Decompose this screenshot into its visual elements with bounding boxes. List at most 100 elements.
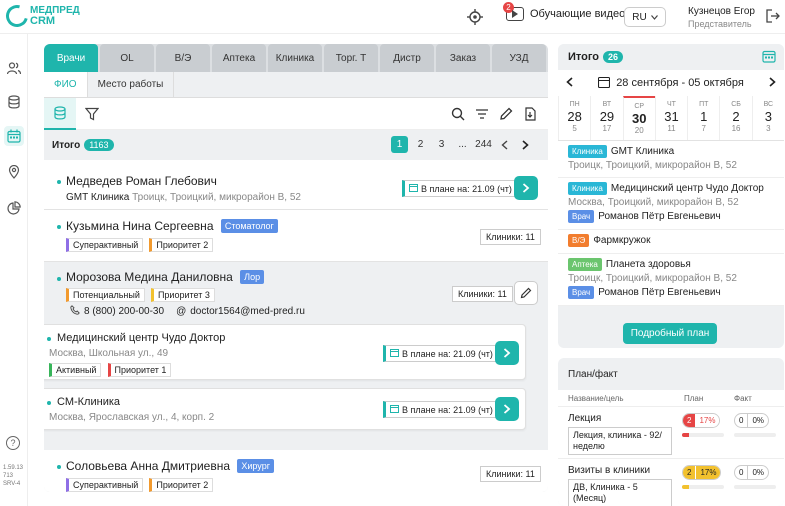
doctor-email[interactable]: doctor1564@med-pred.ru (190, 306, 305, 317)
training-video-button[interactable]: 2 Обучающие видео (503, 2, 625, 21)
doctor-name: Медведев Роман Глебович (66, 174, 217, 188)
totals-bar: Итого 1163 1 2 3 ... 244 (44, 130, 548, 160)
subtab-workplace[interactable]: Место работы (88, 72, 175, 97)
priority-tag: Приоритет 2 (149, 478, 214, 492)
fact-progress (734, 433, 776, 437)
tab-uzd[interactable]: УЗД (492, 44, 546, 72)
pencil-icon[interactable] (498, 106, 514, 122)
location-target-icon[interactable] (467, 9, 483, 25)
logo[interactable]: МЕДПРЕД CRM (1, 0, 80, 32)
tab-distr[interactable]: Дистр (380, 44, 434, 72)
doctors-list: Медведев Роман Глебович GMT Клиника Трои… (44, 160, 548, 492)
page-2[interactable]: 2 (412, 136, 429, 153)
logo-line2: CRM (30, 15, 56, 27)
week-range[interactable]: 28 сентября - 05 октября (616, 77, 744, 89)
day-sat[interactable]: СБ 2 16 (719, 96, 751, 140)
totals-label: Итого (52, 139, 81, 151)
open-clinic-button[interactable] (495, 397, 519, 421)
calendar-small-icon (390, 348, 399, 359)
priority-tag: Приоритет 1 (107, 363, 172, 377)
next-week-icon[interactable] (769, 76, 776, 90)
planfact-row[interactable]: Визиты в клиники ДВ, Клиника - 5 (Месяц)… (558, 458, 784, 506)
page-3[interactable]: 3 (433, 136, 450, 153)
day-wed[interactable]: СР 30 20 (622, 96, 655, 140)
day-count: 17 (602, 124, 612, 133)
next-page-icon[interactable] (517, 136, 534, 153)
filter-icon[interactable] (76, 98, 108, 130)
doctor-org-addr: Троицк, Троицкий, микрорайон В, 52 (132, 192, 301, 203)
plan-chip: В плане на: 21.09 (чт) (383, 401, 498, 418)
plan-pill: 2 17% (682, 465, 722, 480)
logo-icon (1, 0, 33, 32)
open-clinic-button[interactable] (495, 341, 519, 365)
day-count: 3 (766, 124, 771, 133)
clinics-count[interactable]: Клиники: 11 (480, 229, 541, 245)
detailed-plan-button[interactable]: Подробный план (623, 323, 717, 344)
language-select[interactable]: RU (624, 7, 666, 27)
schedule-item[interactable]: Аптека Планета здоровья Троицк, Троицкий,… (558, 254, 784, 306)
planfact-row-goal: Лекция, клиника - 92/неделю (568, 427, 672, 455)
tab-pharmacy[interactable]: Аптека (212, 44, 266, 72)
day-tue[interactable]: ВТ 29 17 (590, 96, 622, 140)
prev-page-icon[interactable] (496, 136, 513, 153)
download-icon[interactable] (522, 106, 538, 122)
search-icon[interactable] (450, 106, 466, 122)
tab-trade[interactable]: Торг. Т (324, 44, 378, 72)
clinics-count[interactable]: Клиники: 11 (452, 286, 513, 302)
database-view-icon[interactable] (44, 97, 76, 130)
tab-ve[interactable]: В/Э (156, 44, 210, 72)
day-mon[interactable]: ПН 28 5 (558, 96, 590, 140)
clinic-card[interactable]: СМ-Клиника Москва, Ярославская ул., 4, к… (44, 388, 526, 430)
schedule-item[interactable]: Клиника GMT Клиника Троицк, Троицкий, мик… (558, 141, 784, 178)
page-244[interactable]: 244 (475, 136, 492, 153)
pagination: 1 2 3 ... 244 (391, 136, 534, 153)
schedule-item-name: GMT Клиника (610, 146, 675, 157)
version-line1: 1.59.13 (3, 465, 24, 471)
database-icon[interactable] (4, 92, 24, 112)
clinics-count[interactable]: Клиники: 11 (480, 466, 541, 482)
pie-chart-icon[interactable] (4, 198, 24, 218)
day-fri[interactable]: ПТ 1 7 (687, 96, 719, 140)
calendar-icon[interactable] (762, 49, 776, 63)
day-thu[interactable]: ЧТ 31 11 (654, 96, 687, 140)
plan-chip: В плане на: 21.09 (чт) (383, 345, 498, 362)
schedule-header: Итого 26 (558, 44, 784, 70)
list-item[interactable]: Кузьмина Нина Сергеевна Стоматолог Супер… (44, 210, 548, 262)
edit-doctor-button[interactable] (514, 281, 538, 305)
video-icon: 2 (503, 2, 524, 21)
clinic-card[interactable]: Медицинский центр Чудо Доктор Москва, Шк… (44, 324, 526, 380)
tab-doctors[interactable]: Врачи (44, 44, 98, 72)
day-number: 29 (599, 109, 615, 124)
page-1[interactable]: 1 (391, 136, 408, 153)
help-icon[interactable]: ? (6, 436, 20, 450)
planfact-row-name: Визиты в клиники (568, 465, 651, 476)
doctor-org-name: GMT Клиника (66, 192, 130, 203)
users-icon[interactable] (4, 58, 24, 78)
status-dot (57, 180, 61, 184)
day-sun[interactable]: ВС 3 3 (751, 96, 784, 140)
list-item[interactable]: Медведев Роман Глебович GMT Клиника Трои… (44, 160, 548, 210)
sort-icon[interactable] (474, 106, 490, 122)
prev-week-icon[interactable] (566, 76, 573, 90)
subtab-fio[interactable]: ФИО (44, 72, 88, 97)
logout-icon[interactable] (766, 9, 780, 23)
fact-percent: 0% (747, 466, 768, 479)
planfact-title: План/факт (568, 368, 618, 380)
planfact-row[interactable]: Лекция Лекция, клиника - 92/неделю 2 17%… (558, 406, 784, 458)
open-doctor-button[interactable] (514, 176, 538, 200)
day-count: 5 (572, 124, 577, 133)
type-tag: Врач (568, 286, 595, 299)
calendar-icon[interactable] (4, 126, 24, 146)
list-item[interactable]: Соловьева Анна Дмитриевна Хирург Суперак… (44, 450, 548, 492)
plan-value: 2 (683, 414, 696, 427)
day-number: 30 (631, 111, 647, 126)
tab-ol[interactable]: OL (100, 44, 154, 72)
tab-clinic[interactable]: Клиника (268, 44, 322, 72)
tab-order[interactable]: Заказ (436, 44, 490, 72)
schedule-item[interactable]: Клиника Медицинский центр Чудо Доктор Мос… (558, 178, 784, 230)
day-number: 1 (700, 109, 708, 124)
doctor-phone[interactable]: 8 (800) 200-00-30 (84, 306, 164, 317)
user-info[interactable]: Кузнецов Егор Представитель (688, 6, 755, 30)
map-pin-icon[interactable] (4, 162, 24, 182)
schedule-item[interactable]: В/Э Фармкружок (558, 230, 784, 254)
